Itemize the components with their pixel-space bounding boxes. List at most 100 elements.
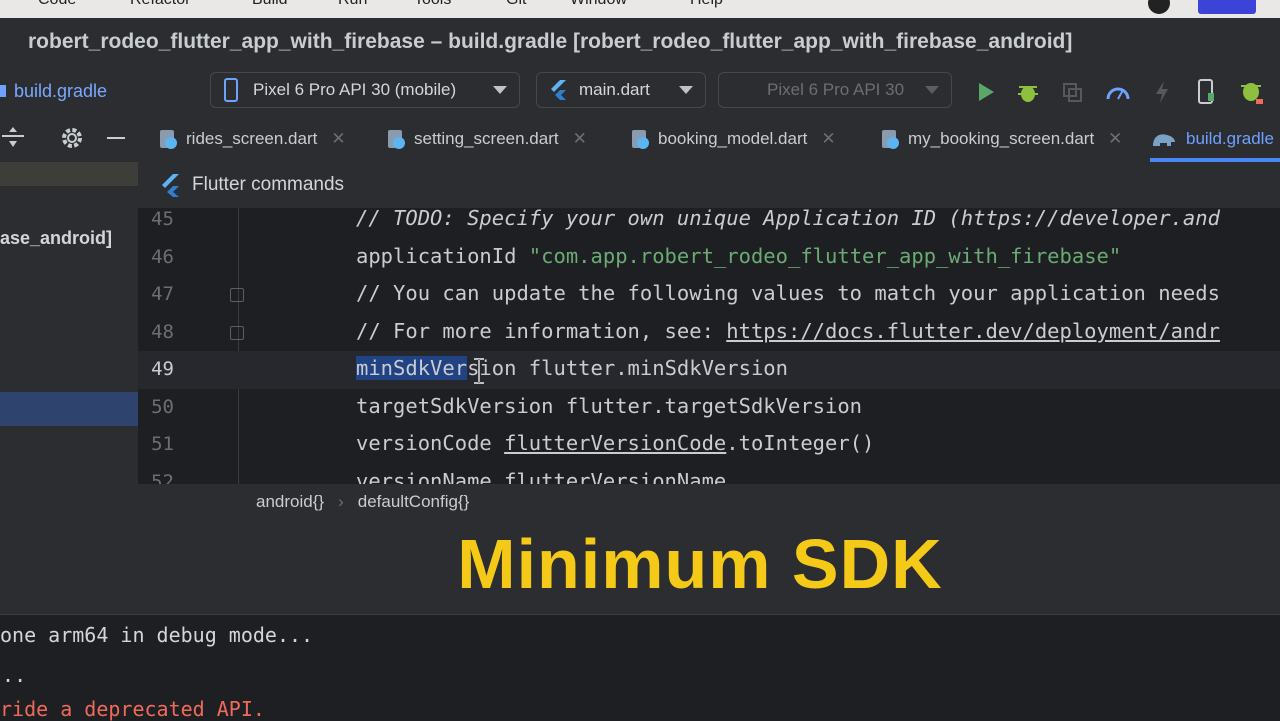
gradle-file-icon — [0, 85, 6, 97]
collapse-all-icon[interactable] — [0, 124, 28, 152]
fold-marker-icon[interactable] — [230, 326, 244, 340]
code-line-51: 51 versionCode flutterVersionCode.toInte… — [138, 426, 1280, 464]
menu-run[interactable]: Run — [338, 0, 367, 9]
code-line-52: 52 versionName flutterVersionName — [138, 464, 1280, 484]
menu-code[interactable]: Code — [38, 0, 76, 9]
code-variable: flutterVersionCode — [504, 431, 727, 455]
line-number: 46 — [151, 246, 174, 268]
tab-label: booking_model.dart — [658, 129, 808, 148]
close-icon[interactable]: ✕ — [573, 129, 587, 149]
dart-file-icon — [158, 128, 178, 150]
chevron-down-icon — [679, 86, 693, 94]
main-toolbar: build.gradle Pixel 6 Pro API 30 (mobile)… — [0, 68, 1280, 117]
code-line-46: 46 applicationId "com.app.robert_rodeo_f… — [138, 239, 1280, 277]
tab-label: build.gradle — [1186, 129, 1274, 148]
code-rest: sion flutter.minSdkVersion — [467, 356, 788, 380]
console-line: ... — [0, 663, 27, 687]
flutter-icon — [162, 174, 179, 197]
code-string: "com.app.robert_rodeo_flutter_app_with_f… — [528, 244, 1122, 268]
close-icon[interactable]: ✕ — [331, 129, 345, 149]
run-console[interactable]: one arm64 in debug mode... ... ride a de… — [0, 614, 1280, 721]
code-text: versionName flutterVersionName — [356, 469, 726, 484]
project-tree-selected-row[interactable] — [0, 392, 138, 426]
tab-label: setting_screen.dart — [414, 129, 559, 148]
flutter-icon — [551, 80, 566, 100]
doc-link[interactable]: https://docs.flutter.dev/deployment/andr — [726, 319, 1220, 343]
target-device-label: Pixel 6 Pro API 30 — [767, 80, 905, 99]
profiler-icon[interactable] — [1104, 78, 1132, 106]
breadcrumb: android{} › defaultConfig{} — [138, 484, 1280, 520]
debug-icon[interactable] — [1014, 78, 1042, 106]
menu-refactor[interactable]: Refactor — [130, 0, 190, 9]
code-keyword: applicationId — [356, 244, 529, 268]
window-title-bar: robert_rodeo_flutter_app_with_firebase –… — [0, 18, 1280, 68]
project-panel-header-strip — [0, 162, 138, 186]
line-number: 52 — [151, 471, 174, 484]
code-line-47: 47 // You can update the following value… — [138, 276, 1280, 314]
tab-setting-screen[interactable]: setting_screen.dart ✕ — [386, 116, 587, 162]
line-number: 50 — [151, 396, 174, 418]
video-caption: Minimum SDK — [457, 525, 943, 603]
code-text: // For more information, see: https://do… — [356, 319, 1220, 343]
breadcrumb-separator-icon: › — [338, 492, 344, 511]
menu-build[interactable]: Build — [252, 0, 288, 9]
chevron-down-icon — [493, 86, 507, 94]
menu-help[interactable]: Help — [690, 0, 723, 9]
device-selector-label: Pixel 6 Pro API 30 (mobile) — [253, 80, 457, 99]
code-text: applicationId "com.app.robert_rodeo_flut… — [356, 244, 1121, 268]
close-icon[interactable]: ✕ — [1108, 129, 1122, 149]
console-line: one arm64 in debug mode... — [0, 623, 314, 647]
tab-rides-screen[interactable]: rides_screen.dart ✕ — [158, 116, 346, 162]
tab-label: rides_screen.dart — [186, 129, 318, 148]
menu-extra-button[interactable] — [1198, 0, 1256, 14]
breadcrumb-item-defaultconfig[interactable]: defaultConfig{} — [358, 492, 470, 512]
tab-booking-model[interactable]: booking_model.dart ✕ — [630, 116, 836, 162]
breadcrumb-item-android[interactable]: android{} — [256, 492, 324, 512]
menu-git[interactable]: Git — [506, 0, 526, 9]
target-device-selector[interactable]: Pixel 6 Pro API 30 — [718, 72, 952, 108]
gear-icon[interactable] — [58, 124, 86, 152]
code-variable: flutterVersionName — [504, 469, 727, 484]
apply-changes-icon[interactable] — [1148, 78, 1176, 106]
tab-build-gradle[interactable]: build.gradle — [1150, 116, 1280, 162]
sdk-manager-icon[interactable] — [1238, 78, 1266, 106]
close-icon[interactable]: ✕ — [821, 129, 835, 149]
code-line-45: 45 // TODO: Specify your own unique Appl… — [138, 201, 1280, 239]
code-line-49: 49 minSdkVersion flutter.minSdkVersion — [138, 351, 1280, 389]
code-text: minSdkVersion flutter.minSdkVersion — [356, 356, 788, 380]
code-text: // TODO: Specify your own unique Applica… — [356, 206, 1220, 230]
user-status-icon[interactable] — [1148, 0, 1170, 14]
gradle-elephant-icon — [1150, 128, 1178, 150]
menu-tools[interactable]: Tools — [414, 0, 451, 9]
line-number: 48 — [151, 321, 174, 343]
dart-file-icon — [386, 128, 406, 150]
tab-my-booking-screen[interactable]: my_booking_screen.dart ✕ — [880, 116, 1122, 162]
project-file-crumb[interactable]: build.gradle — [0, 78, 107, 104]
text-cursor-icon — [474, 358, 484, 384]
line-number: 51 — [151, 433, 174, 455]
project-file-label: build.gradle — [14, 80, 108, 101]
dart-file-icon — [630, 128, 650, 150]
editor-tab-bar: rides_screen.dart ✕ setting_screen.dart … — [0, 116, 1280, 163]
flutter-commands-link[interactable]: Flutter commands — [192, 174, 344, 196]
console-line-warning: ride a deprecated API. — [0, 697, 265, 721]
code-text: // You can update the following values t… — [356, 281, 1220, 305]
minimize-icon[interactable] — [102, 124, 130, 152]
tab-label: my_booking_screen.dart — [908, 129, 1095, 148]
attach-debugger-icon[interactable] — [1058, 78, 1086, 106]
run-config-selector[interactable]: main.dart — [536, 72, 706, 108]
line-number: 47 — [151, 283, 174, 305]
dart-file-icon — [880, 128, 900, 150]
run-icon[interactable] — [972, 78, 1000, 106]
menu-window[interactable]: Window — [570, 0, 627, 9]
mac-menu-bar: Code Refactor Build Run Tools Git Window… — [0, 0, 1280, 18]
fold-marker-icon[interactable] — [230, 288, 244, 302]
device-manager-icon[interactable] — [1192, 78, 1220, 106]
code-prefix: versionCode — [356, 431, 505, 455]
code-suffix: .toInteger() — [726, 431, 875, 455]
code-editor[interactable]: Flutter commands 45 // TODO: Specify you… — [138, 162, 1280, 484]
device-selector[interactable]: Pixel 6 Pro API 30 (mobile) — [210, 72, 520, 108]
project-tree-root-label[interactable]: ase_android] — [0, 228, 112, 249]
selected-text: minSdkVer — [356, 356, 468, 380]
window-title: robert_rodeo_flutter_app_with_firebase –… — [28, 30, 1073, 53]
